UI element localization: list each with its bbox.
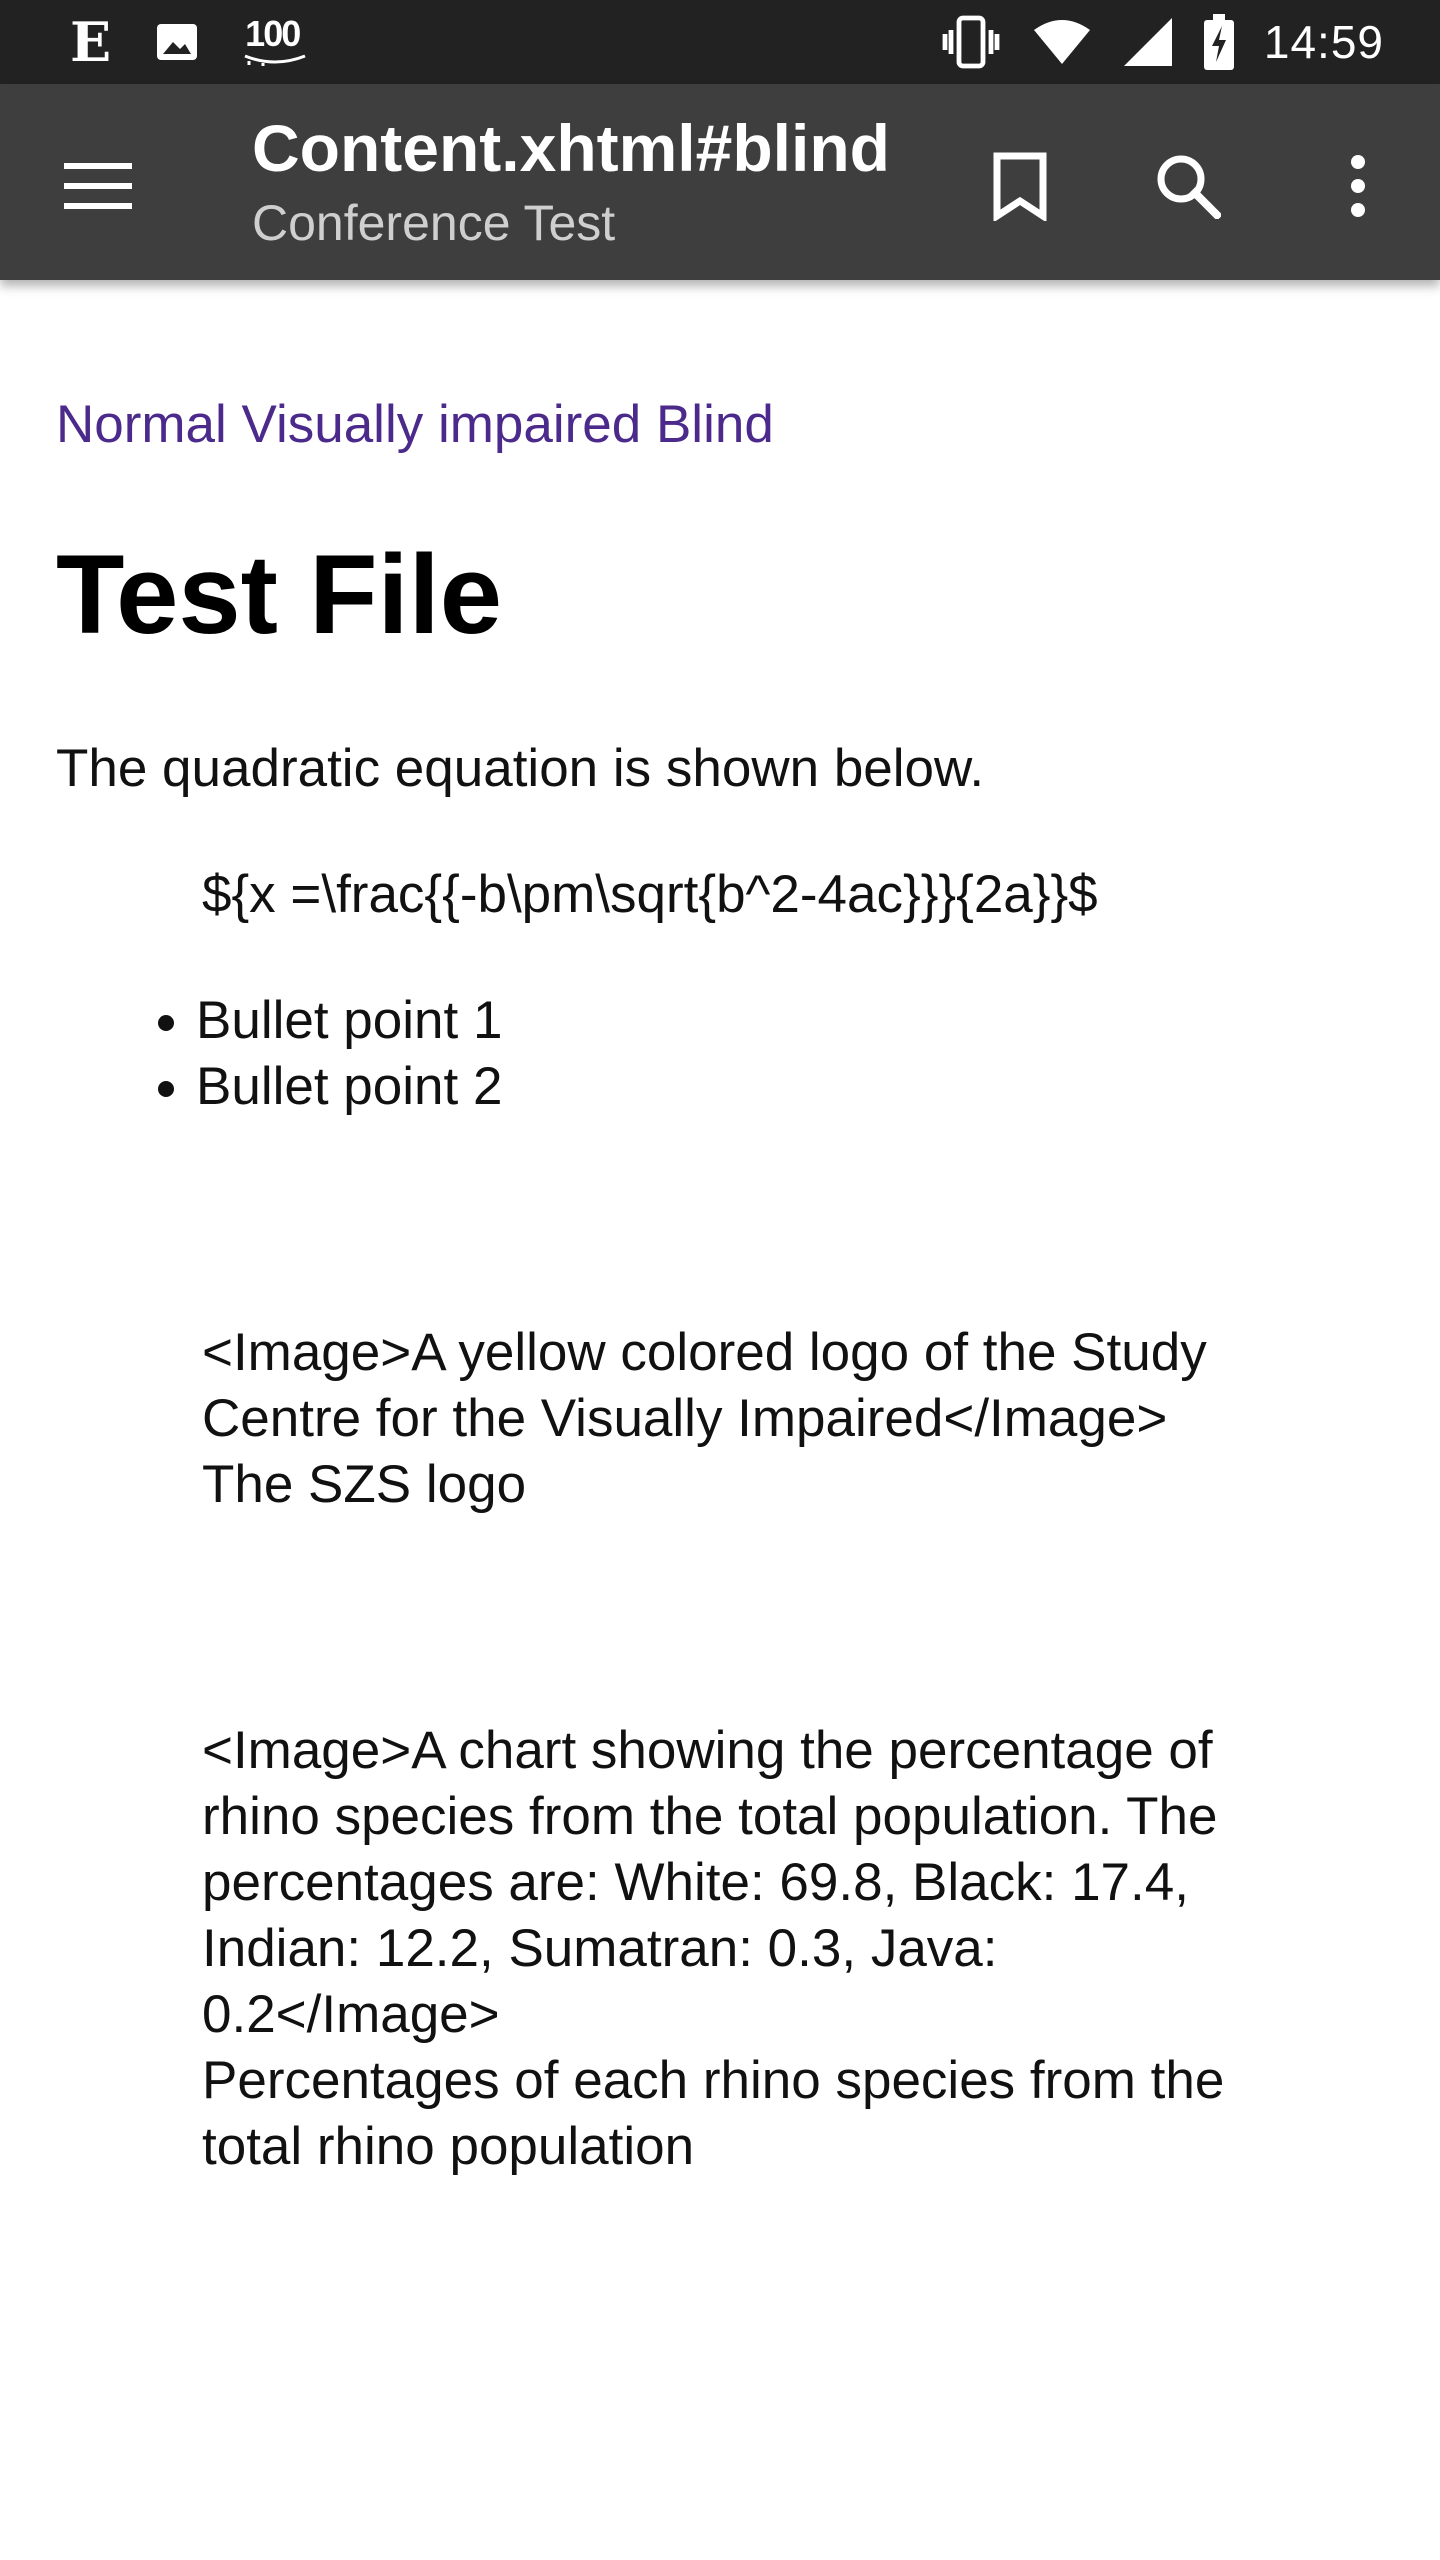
mode-links: Normal Visually impaired Blind	[56, 390, 1386, 460]
equation: ${x =\frac{{-b\pm\sqrt{b^2-4ac}}}{2a}}$	[202, 865, 1098, 924]
figure-alt-text: <Image>A yellow colored logo of the Stud…	[202, 1323, 1207, 1448]
mode-link-blind[interactable]: Blind	[656, 395, 774, 454]
bookmark-icon	[993, 152, 1047, 221]
app-bar: Content.xhtml#blind Conference Test	[0, 84, 1440, 280]
status-right-icons: 14:59	[940, 10, 1384, 74]
page-subtitle: Conference Test	[252, 195, 616, 251]
mode-link-normal[interactable]: Normal	[56, 395, 227, 454]
list-item: Bullet point 1	[196, 988, 1386, 1054]
search-icon	[1157, 155, 1221, 219]
battery-100-icon: 100	[243, 14, 307, 70]
figure-chart: <Image>A chart showing the percentage of…	[202, 1718, 1242, 2180]
image-icon	[153, 18, 201, 66]
page-title: Content.xhtml#blind	[252, 111, 890, 185]
figure-alt-text: <Image>A chart showing the percentage of…	[202, 1721, 1218, 2044]
document-content: Normal Visually impaired Blind Test File…	[56, 280, 1386, 2180]
intro-paragraph: The quadratic equation is shown below.	[56, 739, 985, 798]
bullet-list: Bullet point 1 Bullet point 2	[56, 988, 1386, 1120]
signal-icon	[1122, 16, 1174, 68]
bookmark-button[interactable]	[972, 138, 1068, 234]
status-clock: 14:59	[1263, 16, 1384, 68]
status-left-icons: E 100	[70, 10, 307, 74]
more-options-button[interactable]	[1310, 138, 1406, 234]
more-vertical-icon	[1351, 155, 1365, 217]
mode-link-visually-impaired[interactable]: Visually impaired	[242, 395, 642, 454]
battery-level-text: 100	[245, 13, 301, 54]
menu-icon	[64, 163, 132, 209]
status-bar: E 100 14:59	[0, 0, 1440, 84]
app-bar-titles: Content.xhtml#blind Conference Test	[252, 106, 952, 256]
figure-caption: Percentages of each rhino species from t…	[202, 2051, 1225, 2176]
battery-charging-icon	[1203, 14, 1234, 70]
figure-logo: <Image>A yellow colored logo of the Stud…	[202, 1320, 1242, 1518]
list-item: Bullet point 2	[196, 1054, 1386, 1120]
menu-button[interactable]	[50, 138, 146, 234]
vibrate-icon	[940, 14, 1002, 70]
document-heading: Test File	[56, 532, 503, 657]
figure-caption: The SZS logo	[202, 1455, 527, 1514]
search-button[interactable]	[1140, 138, 1236, 234]
wifi-icon	[1032, 18, 1092, 66]
e-app-icon: E	[70, 10, 112, 74]
